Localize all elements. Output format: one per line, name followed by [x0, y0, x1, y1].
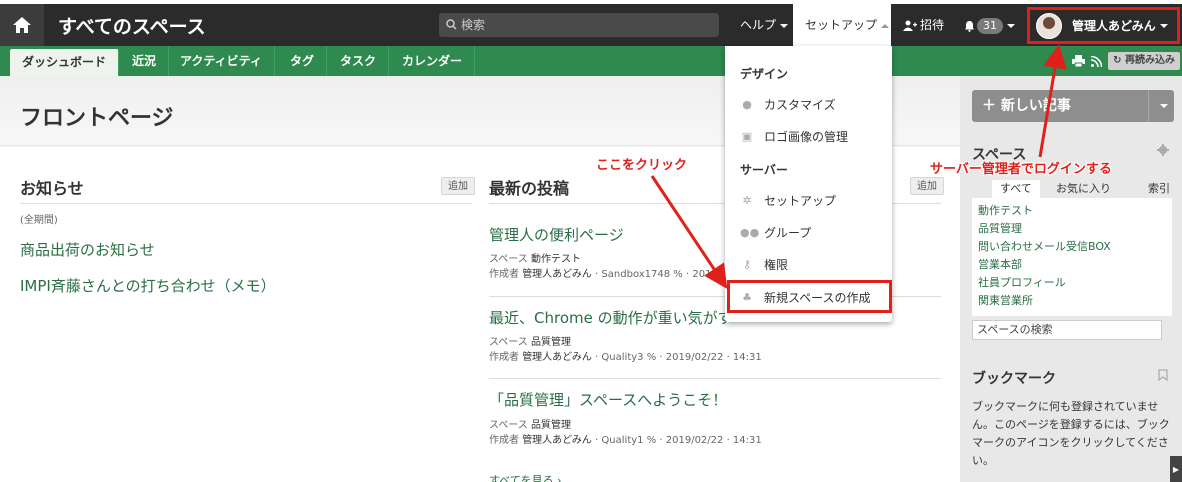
arrow-to-user-menu: [1038, 44, 1067, 158]
annotation-login-admin: サーバー管理者でログインする: [930, 162, 1112, 177]
arrow-to-new-space: [650, 175, 728, 289]
annotation-click-here: ここをクリック: [596, 158, 688, 173]
annotation-arrows: [650, 44, 1067, 289]
